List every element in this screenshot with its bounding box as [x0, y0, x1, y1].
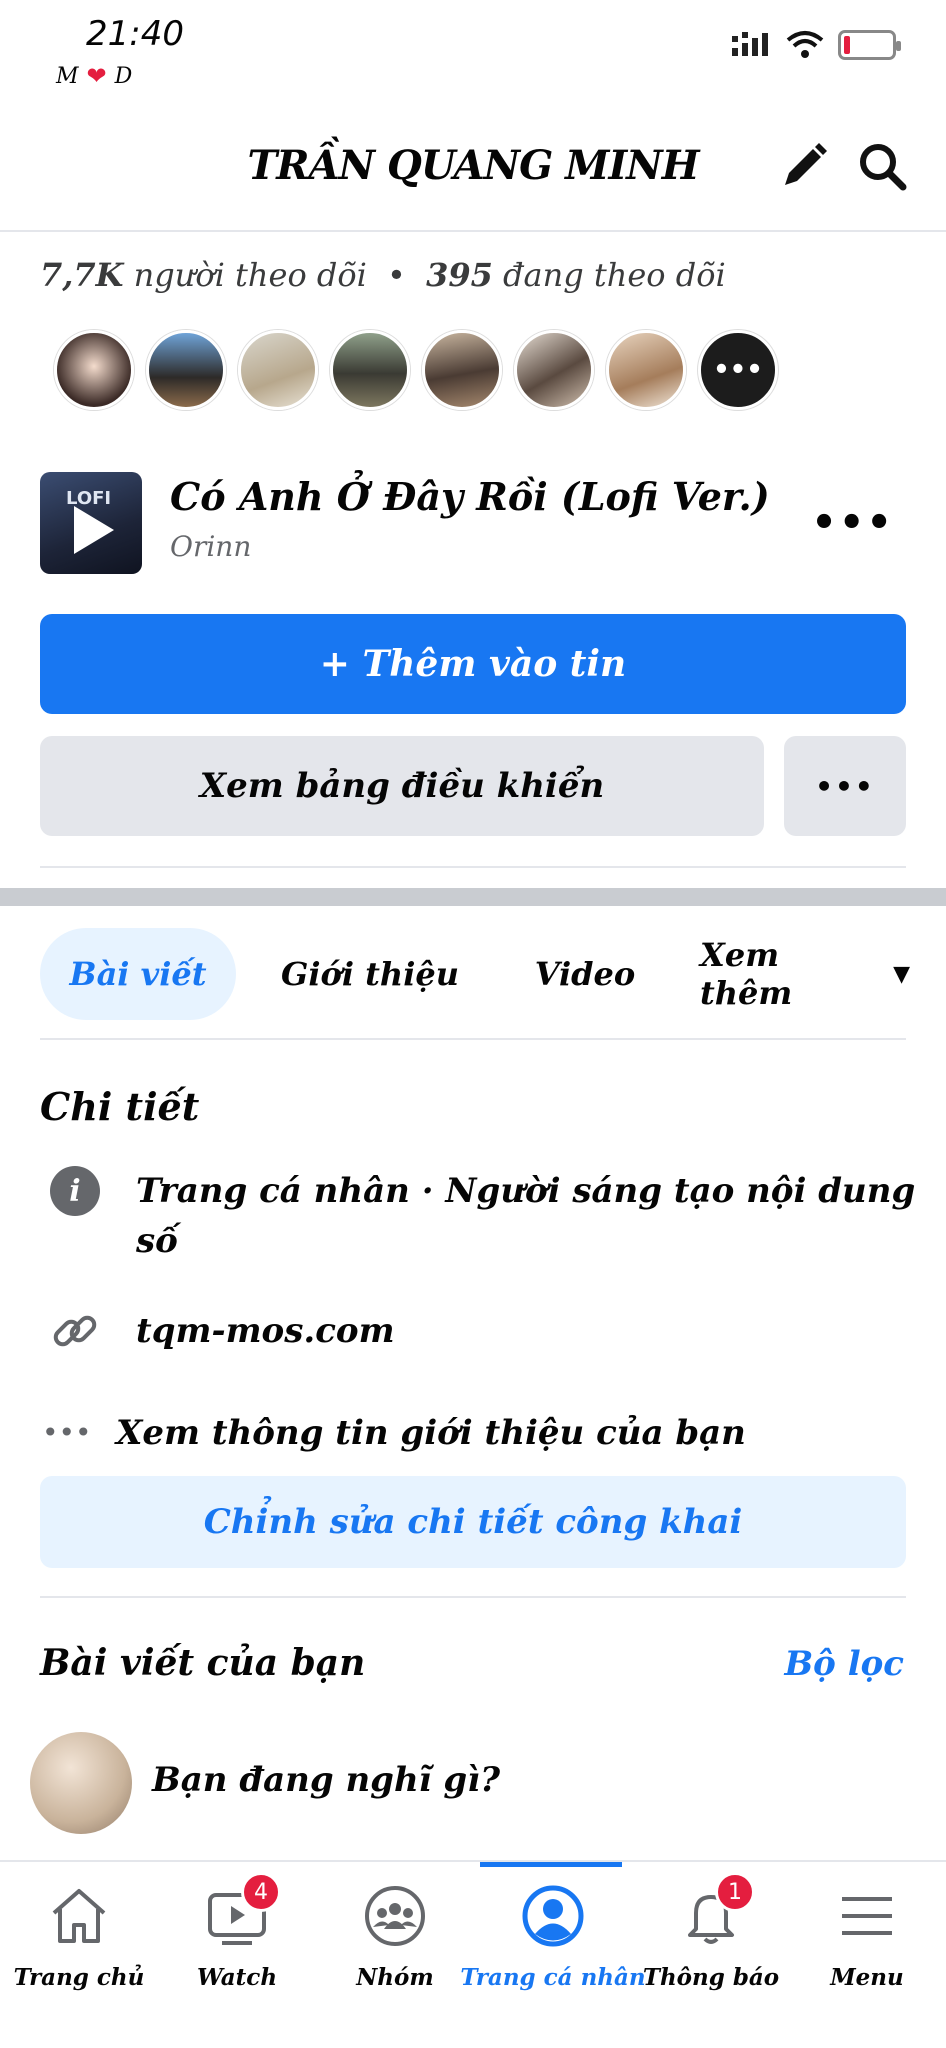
edit-button[interactable]	[776, 138, 832, 194]
composer-avatar[interactable]	[30, 1732, 132, 1834]
dashboard-button[interactable]: Xem bảng điều khiển	[40, 736, 764, 836]
header-divider	[0, 230, 946, 232]
tab-posts[interactable]: Bài viết	[40, 928, 236, 1020]
details-divider	[40, 1596, 906, 1598]
avatar[interactable]	[606, 330, 686, 410]
status-icons	[732, 30, 901, 60]
nav-profile[interactable]: Trang cá nhân	[460, 1876, 646, 1991]
nav-menu[interactable]: Menu	[788, 1876, 946, 1991]
add-story-button[interactable]: + Thêm vào tin	[40, 614, 906, 714]
active-tab-indicator	[480, 1862, 622, 1867]
tab-see-more[interactable]: Xem thêm ▼	[700, 928, 910, 1020]
more-options-button[interactable]: •••	[784, 736, 906, 836]
nav-home[interactable]: Trang chủ	[0, 1876, 158, 1991]
avatar[interactable]	[54, 330, 134, 410]
play-icon	[74, 506, 114, 554]
music-more-icon[interactable]: •••	[811, 500, 894, 546]
filter-button[interactable]: Bộ lọc	[784, 1644, 904, 1684]
see-about-link[interactable]: Xem thông tin giới thiệu của bạn	[116, 1408, 896, 1458]
status-sub-right: D	[114, 63, 133, 89]
signal-icon	[732, 32, 768, 56]
pencil-icon	[785, 143, 827, 185]
nav-notifications[interactable]: 1 Thông báo	[632, 1872, 790, 1991]
avatar[interactable]	[514, 330, 594, 410]
section-divider	[40, 866, 906, 868]
following-label: đang theo dõi	[503, 256, 726, 294]
detail-website[interactable]: tqm-mos.com	[136, 1306, 916, 1356]
follower-count: 7,7K	[40, 256, 124, 294]
groups-icon	[355, 1876, 435, 1956]
search-icon	[860, 144, 907, 191]
detail-category-row: i Trang cá nhân · Người sáng tạo nội dun…	[50, 1166, 916, 1266]
link-icon	[53, 1315, 97, 1347]
info-icon: i	[50, 1166, 100, 1216]
tab-video[interactable]: Video	[520, 928, 650, 1020]
nav-watch[interactable]: 4 Watch	[158, 1872, 316, 1991]
see-about-row[interactable]: ••• Xem thông tin giới thiệu của bạn	[42, 1408, 896, 1458]
bell-icon: 1	[671, 1872, 755, 1956]
heart-icon: ❤	[86, 62, 107, 90]
detail-website-row[interactable]: tqm-mos.com	[50, 1306, 916, 1356]
notification-badge: 1	[715, 1872, 755, 1912]
status-time: 21:40	[86, 14, 184, 54]
follower-stats[interactable]: 7,7K người theo dõi • 395 đang theo dõi	[40, 256, 726, 294]
more-followers-button[interactable]: •••	[698, 330, 778, 410]
composer-input[interactable]: Bạn đang nghĩ gì?	[152, 1760, 500, 1800]
nav-groups[interactable]: Nhóm	[316, 1876, 474, 1991]
menu-icon	[827, 1876, 907, 1956]
follower-label: người theo dõi	[133, 256, 367, 294]
battery-icon	[838, 30, 901, 60]
avatar[interactable]	[422, 330, 502, 410]
nav-groups-label: Nhóm	[356, 1964, 434, 1991]
caret-down-icon: ▼	[893, 961, 910, 987]
tab-intro[interactable]: Giới thiệu	[270, 928, 470, 1020]
following-count: 395	[426, 256, 493, 294]
music-artist: Orinn	[170, 530, 252, 563]
nav-menu-label: Menu	[830, 1964, 904, 1991]
nav-notifications-label: Thông báo	[642, 1964, 780, 1991]
edit-public-details-button[interactable]: Chỉnh sửa chi tiết công khai	[40, 1476, 906, 1568]
music-title[interactable]: Có Anh Ở Đây Rồi (Lofi Ver.)	[170, 474, 770, 519]
avatar[interactable]	[146, 330, 226, 410]
more-dots-icon: •••	[42, 1416, 92, 1449]
status-sub-left: M	[56, 63, 79, 89]
nav-profile-label: Trang cá nhân	[460, 1964, 646, 1991]
stats-separator: •	[387, 256, 406, 294]
tabs-divider	[40, 1038, 906, 1040]
thick-separator	[0, 888, 946, 906]
profile-icon	[513, 1876, 593, 1956]
wifi-icon	[786, 31, 824, 58]
home-icon	[39, 1876, 119, 1956]
search-button[interactable]	[854, 138, 910, 194]
status-subtext: M ❤ D	[56, 62, 132, 90]
watch-badge: 4	[241, 1872, 281, 1912]
watch-icon: 4	[197, 1872, 281, 1956]
your-posts-title: Bài viết của bạn	[40, 1642, 366, 1684]
bottom-navigation: Trang chủ 4 Watch Nhóm Trang cá nhân 1 T…	[0, 1860, 946, 2048]
detail-category: Trang cá nhân · Người sáng tạo nội dung …	[136, 1171, 916, 1261]
tab-see-more-label: Xem thêm	[700, 936, 793, 1012]
music-thumbnail[interactable]: LOFI	[40, 472, 142, 574]
follower-avatars: •••	[54, 330, 778, 410]
details-title: Chi tiết	[40, 1084, 200, 1129]
avatar[interactable]	[330, 330, 410, 410]
avatar[interactable]	[238, 330, 318, 410]
nav-home-label: Trang chủ	[13, 1964, 145, 1991]
nav-watch-label: Watch	[196, 1964, 278, 1991]
